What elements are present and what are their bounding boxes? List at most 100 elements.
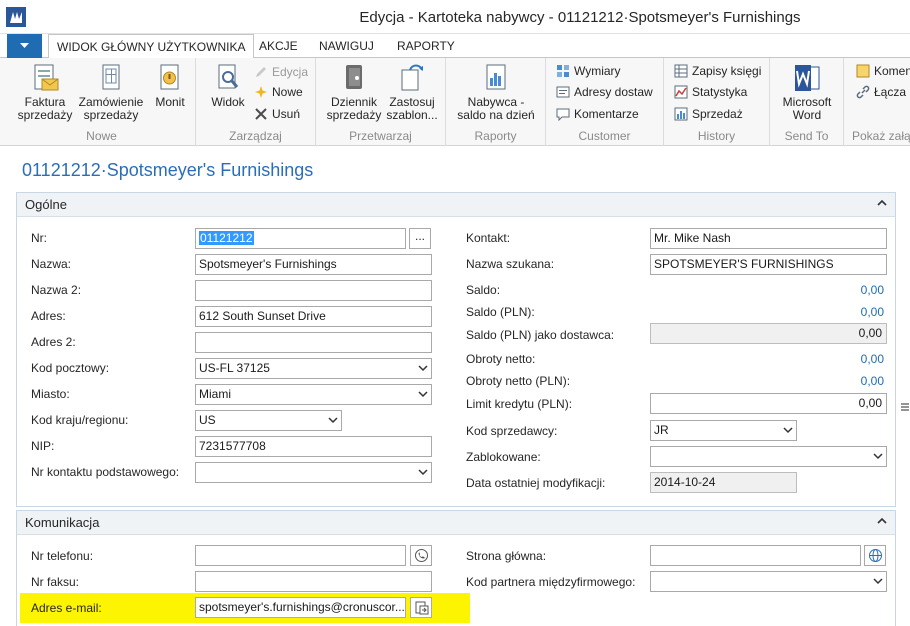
view-icon xyxy=(212,62,244,94)
order-icon xyxy=(95,62,127,94)
kod-pocztowy-select[interactable]: US-FL 37125 xyxy=(195,358,432,379)
collapse-chevron-icon xyxy=(877,517,887,524)
faktura-sprzedazy-button[interactable]: Faktura sprzedaży xyxy=(14,62,76,122)
link-icon xyxy=(856,85,870,99)
zastosuj-szablon-button[interactable]: Zastosuj szablon... xyxy=(384,62,440,122)
scroll-grip-icon xyxy=(901,403,909,411)
nip-label: NIP: xyxy=(31,439,55,453)
tab-akcje[interactable]: AKCJE xyxy=(259,34,298,58)
sales-icon xyxy=(674,107,688,121)
ribbon-group-history: Zapisy księgi Statystyka Sprzedaż Histor… xyxy=(664,58,770,146)
nazwa-szukana-label: Nazwa szukana: xyxy=(466,257,555,271)
obroty-pln-label: Obroty netto (PLN): xyxy=(466,374,571,388)
reminder-icon xyxy=(154,62,186,94)
tab-raporty[interactable]: RAPORTY xyxy=(397,34,455,58)
nr-faksu-label: Nr faksu: xyxy=(31,575,80,589)
obroty-value-link[interactable]: 0,00 xyxy=(780,352,884,366)
chevron-down-icon xyxy=(783,427,793,434)
ribbon: Faktura sprzedaży Zamówienie sprzedaży M… xyxy=(0,58,910,146)
report-chart-icon xyxy=(480,62,512,94)
fasttab-komunikacja-header[interactable]: Komunikacja xyxy=(17,511,895,535)
zablokowane-label: Zablokowane: xyxy=(466,450,541,464)
nowe-button[interactable]: Nowe xyxy=(254,82,303,102)
fasttab-ogolne-header[interactable]: Ogólne xyxy=(17,193,895,217)
kod-kraju-select[interactable]: US xyxy=(195,410,342,431)
kod-sprzedawcy-label: Kod sprzedawcy: xyxy=(466,424,558,438)
lacza-button[interactable]: Łącza xyxy=(856,82,906,102)
zablokowane-select[interactable] xyxy=(650,446,887,467)
data-modyfikacji-field: 2014-10-24 xyxy=(650,472,797,493)
send-email-button[interactable] xyxy=(410,597,432,618)
tab-widok-glowny[interactable]: WIDOK GŁÓWNY UŻYTKOWNIKA xyxy=(48,34,255,59)
kod-sprzedawcy-select[interactable]: JR xyxy=(650,420,797,441)
ribbon-group-przetwarzaj: Dziennik sprzedaży Zastosuj szablon... P… xyxy=(316,58,446,146)
microsoft-word-button[interactable]: Microsoft Word xyxy=(776,62,838,122)
limit-kredytu-field[interactable]: 0,00 xyxy=(650,393,887,414)
chevron-down-icon xyxy=(873,453,883,460)
kod-kraju-label: Kod kraju/regionu: xyxy=(31,413,129,427)
obroty-label: Obroty netto: xyxy=(466,352,536,366)
ribbon-group-send-to: Microsoft Word Send To xyxy=(770,58,844,146)
comments-icon xyxy=(556,108,570,121)
kontakt-field[interactable]: Mr. Mike Nash xyxy=(650,228,887,249)
window-title: Edycja - Kartoteka nabywcy - 01121212·Sp… xyxy=(359,9,801,26)
open-website-button[interactable] xyxy=(864,545,886,566)
nr-telefonu-label: Nr telefonu: xyxy=(31,549,94,563)
nazwa-szukana-field[interactable]: SPOTSMEYER'S FURNISHINGS xyxy=(650,254,887,275)
word-icon xyxy=(791,62,823,94)
nr-telefonu-field[interactable] xyxy=(195,545,406,566)
kod-partnera-select[interactable] xyxy=(650,571,887,592)
application-menu-button[interactable] xyxy=(7,34,42,58)
nr-assist-button[interactable]: ... xyxy=(409,228,431,249)
chevron-down-icon xyxy=(418,365,428,372)
kod-pocztowy-label: Kod pocztowy: xyxy=(31,361,110,375)
phone-icon xyxy=(415,549,428,562)
chevron-down-icon xyxy=(418,391,428,398)
komentarze-button[interactable]: Komentarze xyxy=(556,104,639,124)
miasto-label: Miasto: xyxy=(31,387,70,401)
saldo-label: Saldo: xyxy=(466,283,501,297)
email-label: Adres e-mail: xyxy=(31,601,102,615)
miasto-select[interactable]: Miami xyxy=(195,384,432,405)
edycja-button[interactable]: Edycja xyxy=(254,62,308,82)
nr-label: Nr: xyxy=(31,231,47,245)
nazwa2-label: Nazwa 2: xyxy=(31,283,82,297)
obroty-pln-value-link[interactable]: 0,00 xyxy=(780,374,884,388)
sprzedaz-button[interactable]: Sprzedaż xyxy=(674,104,743,124)
zamowienie-sprzedazy-button[interactable]: Zamówienie sprzedaży xyxy=(76,62,146,122)
strona-field[interactable] xyxy=(650,545,861,566)
dziennik-sprzedazy-button[interactable]: Dziennik sprzedaży xyxy=(324,62,384,122)
email-field[interactable]: spotsmeyer's.furnishings@cronuscor... xyxy=(195,597,406,618)
adres-field[interactable]: 612 South Sunset Drive xyxy=(195,306,432,327)
nr-kontaktu-label: Nr kontaktu podstawowego: xyxy=(31,465,180,479)
call-button[interactable] xyxy=(410,545,432,566)
usun-button[interactable]: Usuń xyxy=(254,104,300,124)
nip-field[interactable]: 7231577708 xyxy=(195,436,432,457)
delete-x-icon xyxy=(255,108,267,120)
statystyka-button[interactable]: Statystyka xyxy=(674,82,747,102)
title-bar: Edycja - Kartoteka nabywcy - 01121212·Sp… xyxy=(0,0,910,34)
widok-button[interactable]: Widok xyxy=(206,62,250,109)
strona-label: Strona główna: xyxy=(466,549,547,563)
nr-faksu-field[interactable] xyxy=(195,571,432,592)
page-title: 01121212·Spotsmeyer's Furnishings xyxy=(22,160,314,180)
nr-kontaktu-select[interactable] xyxy=(195,462,432,483)
saldo-pln-value-link[interactable]: 0,00 xyxy=(780,305,884,319)
wymiary-button[interactable]: Wymiary xyxy=(556,61,621,81)
data-modyfikacji-label: Data ostatniej modyfikacji: xyxy=(466,476,606,490)
monit-button[interactable]: Monit xyxy=(148,62,192,109)
komentarz-button[interactable]: Komen xyxy=(856,61,910,81)
zapisy-ksiegi-button[interactable]: Zapisy księgi xyxy=(674,61,761,81)
ribbon-group-zarzadzaj: Widok Edycja Nowe Usuń Zarządzaj xyxy=(196,58,316,146)
nazwa2-field[interactable] xyxy=(195,280,432,301)
adresy-dostaw-button[interactable]: Adresy dostaw xyxy=(556,82,653,102)
adres2-field[interactable] xyxy=(195,332,432,353)
tab-nawiguj[interactable]: NAWIGUJ xyxy=(319,34,374,58)
saldo-value-link[interactable]: 0,00 xyxy=(780,283,884,297)
apply-template-icon xyxy=(396,62,428,94)
nabywca-saldo-button[interactable]: Nabywca - saldo na dzień xyxy=(454,62,538,122)
nr-field[interactable]: 01121212 xyxy=(195,228,406,249)
ribbon-tab-row: WIDOK GŁÓWNY UŻYTKOWNIKA AKCJE NAWIGUJ R… xyxy=(0,34,910,59)
statistics-icon xyxy=(674,85,688,99)
nazwa-field[interactable]: Spotsmeyer's Furnishings xyxy=(195,254,432,275)
